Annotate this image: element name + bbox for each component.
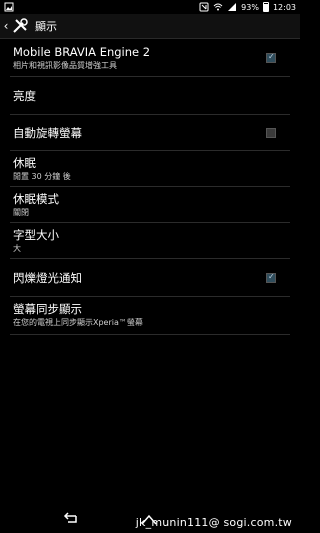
status-right-cluster: 93% 12:03	[199, 0, 296, 14]
screen: 93% 12:03 ‹ 顯示 Mobile BRAVIA Engine 2 相片…	[0, 0, 300, 533]
setting-font-size[interactable]: 字型大小 大	[10, 223, 290, 259]
auto-rotate-checkbox[interactable]	[266, 127, 276, 138]
watermark: jk_munin111@ sogi.com.tw	[135, 516, 292, 529]
nfc-icon	[199, 2, 209, 12]
signal-icon	[228, 3, 237, 11]
setting-screen-mirroring[interactable]: 螢幕同步顯示 在您的電視上同步顯示Xperia™螢幕	[10, 297, 290, 335]
setting-brightness[interactable]: 亮度	[10, 77, 290, 115]
bravia-checkbox[interactable]: ✓	[266, 52, 276, 63]
setting-title: Mobile BRAVIA Engine 2	[13, 45, 151, 59]
setting-title: 亮度	[13, 89, 36, 103]
wifi-icon	[213, 3, 223, 11]
action-bar: ‹ 顯示	[0, 14, 300, 39]
clock: 12:03	[272, 2, 296, 12]
setting-subtitle: 關閉	[13, 208, 29, 217]
page-title: 顯示	[35, 20, 57, 33]
setting-title: 螢幕同步顯示	[13, 302, 82, 316]
setting-bravia-engine[interactable]: Mobile BRAVIA Engine 2 相片和視訊影像品質增強工具 ✓	[10, 39, 290, 77]
status-bar: 93% 12:03	[0, 0, 300, 14]
setting-sleep[interactable]: 休眠 閒置 30 分鐘 後	[10, 151, 290, 187]
setting-title: 休眠	[13, 156, 36, 170]
setting-title: 休眠模式	[13, 192, 59, 206]
setting-title: 自動旋轉螢幕	[13, 126, 82, 140]
setting-subtitle: 大	[13, 244, 21, 253]
setting-subtitle: 閒置 30 分鐘 後	[13, 172, 71, 181]
setting-title: 字型大小	[13, 228, 59, 242]
settings-list: Mobile BRAVIA Engine 2 相片和視訊影像品質增強工具 ✓ 亮…	[0, 39, 300, 335]
gallery-icon	[4, 2, 14, 12]
setting-sleep-mode[interactable]: 休眠模式 關閉	[10, 187, 290, 223]
battery-icon	[262, 2, 269, 12]
setting-auto-rotate[interactable]: 自動旋轉螢幕	[10, 115, 290, 151]
chevron-left-icon[interactable]: ‹	[1, 14, 11, 38]
back-arrow-icon[interactable]	[62, 512, 78, 526]
navigation-bar: jk_munin111@ sogi.com.tw	[0, 505, 300, 533]
setting-title: 閃爍燈光通知	[13, 271, 82, 285]
notification-light-checkbox[interactable]: ✓	[266, 272, 276, 283]
setting-notification-light[interactable]: 閃爍燈光通知 ✓	[10, 259, 290, 297]
notification-icons	[4, 2, 14, 12]
setting-subtitle: 在您的電視上同步顯示Xperia™螢幕	[13, 318, 143, 327]
tools-icon[interactable]	[11, 17, 29, 35]
battery-percent: 93%	[241, 2, 259, 12]
setting-subtitle: 相片和視訊影像品質增強工具	[13, 61, 117, 70]
